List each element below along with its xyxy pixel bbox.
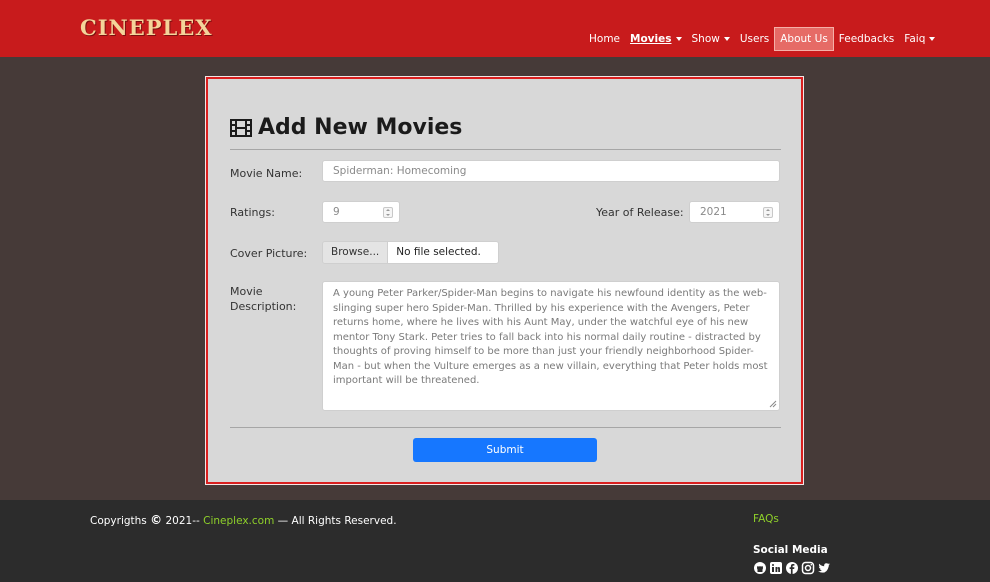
github-icon[interactable] <box>753 561 767 575</box>
linkedin-icon[interactable] <box>769 561 783 575</box>
site-link[interactable]: Cineplex.com <box>203 515 274 527</box>
ratings-label: Ratings: <box>230 206 275 219</box>
year-placeholder: 2021 <box>700 206 727 218</box>
movie-description-placeholder: A young Peter Parker/Spider-Man begins t… <box>333 288 768 386</box>
nav-item-label: Show <box>691 33 720 45</box>
nav-item-label: Faiq <box>904 33 926 45</box>
brand-logo[interactable]: CINEPLEX <box>80 12 213 44</box>
social-media-title: Social Media <box>753 544 828 556</box>
navbar: CINEPLEX Home Movies Show Users About Us… <box>0 0 990 57</box>
page-title-text: Add New Movies <box>258 115 463 140</box>
nav-item-feedbacks[interactable]: Feedbacks <box>834 27 899 51</box>
nav-item-user-menu[interactable]: Faiq <box>899 27 940 51</box>
movie-description-textarea[interactable]: A young Peter Parker/Spider-Man begins t… <box>322 281 780 411</box>
year-label: Year of Release: <box>596 206 684 219</box>
copyright-year: 2021-- <box>165 515 200 527</box>
divider <box>230 149 781 150</box>
movie-name-label: Movie Name: <box>230 167 303 180</box>
twitter-icon[interactable] <box>817 561 831 575</box>
browse-button[interactable]: Browse... <box>323 242 389 263</box>
movie-name-input[interactable]: Spiderman: Homecoming <box>322 160 780 182</box>
film-icon <box>230 118 252 137</box>
add-movie-card: Add New Movies Movie Name: Spiderman: Ho… <box>206 77 803 484</box>
cover-picture-label: Cover Picture: <box>230 247 308 260</box>
nav-item-label: About Us <box>780 33 828 45</box>
cover-picture-input[interactable]: Browse... No file selected. <box>322 241 500 264</box>
nav-menu: Home Movies Show Users About Us Feedback… <box>584 27 940 51</box>
social-icons <box>753 561 831 575</box>
nav-item-label: Feedbacks <box>838 33 895 45</box>
copyright-prefix: Copyrigths <box>90 515 147 527</box>
nav-item-about-us[interactable]: About Us <box>774 27 834 51</box>
movie-description-label: Movie Description: <box>230 285 297 313</box>
movie-name-placeholder: Spiderman: Homecoming <box>333 165 467 177</box>
number-stepper-icon[interactable] <box>763 207 773 218</box>
page-title: Add New Movies <box>230 115 462 140</box>
divider <box>230 427 781 428</box>
rights-text: — All Rights Reserved. <box>277 515 397 527</box>
submit-button[interactable]: Submit <box>413 438 597 462</box>
nav-item-label: Home <box>589 33 621 45</box>
facebook-icon[interactable] <box>785 561 799 575</box>
copyright-text: Copyrigths © 2021-- Cineplex.com — All R… <box>90 513 397 527</box>
ratings-input[interactable]: 9 <box>322 201 400 223</box>
year-input[interactable]: 2021 <box>689 201 780 223</box>
caret-down-icon <box>723 37 730 41</box>
caret-down-icon <box>675 37 682 41</box>
resize-grip-icon[interactable] <box>769 400 777 408</box>
ratings-placeholder: 9 <box>333 206 340 218</box>
instagram-icon[interactable] <box>801 561 815 575</box>
nav-item-home[interactable]: Home <box>584 27 625 51</box>
nav-item-show[interactable]: Show <box>687 27 735 51</box>
nav-item-label: Movies <box>630 33 672 45</box>
copyright-icon: © <box>150 513 163 527</box>
file-status: No file selected. <box>388 242 499 263</box>
nav-item-users[interactable]: Users <box>735 27 774 51</box>
footer: Copyrigths © 2021-- Cineplex.com — All R… <box>0 500 990 582</box>
caret-down-icon <box>929 37 936 41</box>
nav-item-movies[interactable]: Movies <box>625 27 686 51</box>
nav-item-label: Users <box>739 33 770 45</box>
number-stepper-icon[interactable] <box>383 207 393 218</box>
faqs-link[interactable]: FAQs <box>753 513 779 525</box>
